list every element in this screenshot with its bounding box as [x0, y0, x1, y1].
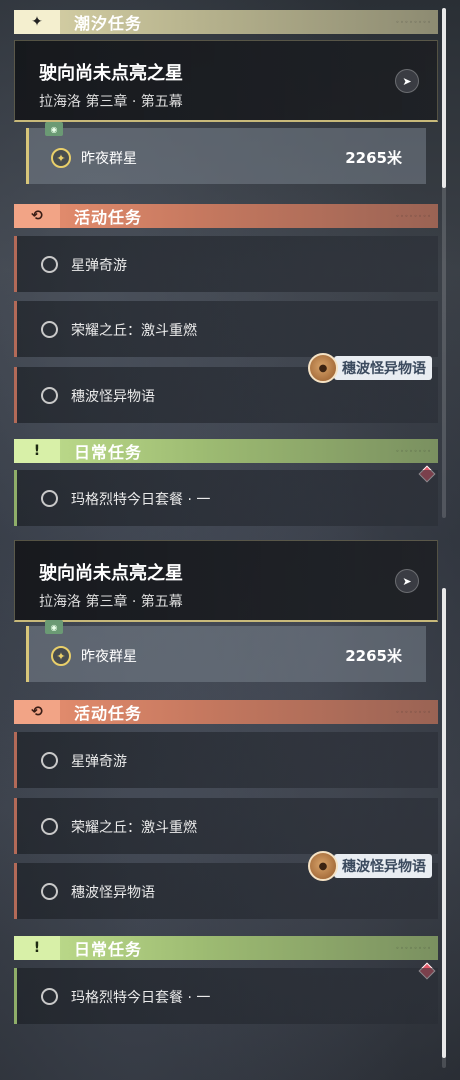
navigate-arrow-icon[interactable]: ➤ — [395, 569, 419, 593]
quest-name: 星弹奇游 — [71, 754, 127, 770]
header-decoration: ◦◦◦◦◦◦◦◦ — [395, 18, 432, 26]
tooltip-label: 穗波怪异物语 — [334, 356, 432, 380]
alert-box-icon: ! — [14, 936, 60, 960]
navigate-arrow-icon[interactable]: ➤ — [395, 69, 419, 93]
category-header-event[interactable]: ⟲ 活动任务 ◦◦◦◦◦◦◦◦ — [14, 204, 438, 228]
category-title: 潮汐任务 — [74, 14, 143, 33]
quest-tooltip[interactable]: ● 穗波怪异物语 — [308, 851, 440, 881]
alert-box-icon: ! — [14, 439, 60, 463]
empty-circle-icon — [41, 988, 58, 1005]
event-refresh-icon: ⟲ — [14, 700, 60, 724]
quest-name: 荣耀之丘：激斗重燃 — [71, 820, 197, 836]
eye-tag-icon: ◉ — [45, 122, 63, 136]
empty-circle-icon — [41, 256, 58, 273]
capybara-avatar-icon: ● — [308, 353, 338, 383]
empty-circle-icon — [41, 321, 58, 338]
category-title: 日常任务 — [74, 443, 143, 462]
quest-name: 玛格烈特今日套餐 · 一 — [71, 990, 211, 1006]
list-item[interactable]: 星弹奇游 — [14, 236, 438, 292]
list-item[interactable]: 玛格烈特今日套餐 · 一 — [14, 968, 438, 1024]
empty-circle-icon — [41, 387, 58, 404]
main-quest-subtitle: 拉海洛 第三章 · 第五幕 — [39, 594, 183, 610]
quest-name: 穗波怪异物语 — [71, 885, 155, 901]
star-target-icon: ✦ — [51, 148, 71, 168]
eye-tag-icon: ◉ — [45, 620, 63, 634]
header-decoration: ◦◦◦◦◦◦◦◦ — [395, 708, 432, 716]
list-item[interactable]: 荣耀之丘：激斗重燃 — [14, 798, 438, 854]
list-item[interactable]: 玛格烈特今日套餐 · 一 — [14, 470, 438, 526]
empty-circle-icon — [41, 490, 58, 507]
capybara-avatar-icon: ● — [308, 851, 338, 881]
category-header-tide[interactable]: ✦ 潮汐任务 ◦◦◦◦◦◦◦◦ — [14, 10, 438, 34]
category-title: 日常任务 — [74, 940, 143, 959]
list-item[interactable]: 荣耀之丘：激斗重燃 — [14, 301, 438, 357]
quest-tracker-panel-bottom: 驶向尚未点亮之星 拉海洛 第三章 · 第五幕 ➤ ◉ ✦ 昨夜群星 2265米 … — [0, 540, 460, 1080]
sparkle-icon: ✦ — [14, 10, 60, 34]
active-task-name: 昨夜群星 — [81, 151, 137, 167]
quest-name: 荣耀之丘：激斗重燃 — [71, 323, 197, 339]
active-task-name: 昨夜群星 — [81, 649, 137, 665]
scrollbar[interactable] — [442, 588, 446, 1068]
main-quest-card[interactable]: 驶向尚未点亮之星 拉海洛 第三章 · 第五幕 ➤ — [14, 40, 438, 122]
main-quest-title: 驶向尚未点亮之星 — [39, 563, 183, 584]
event-refresh-icon: ⟲ — [14, 204, 60, 228]
main-quest-card[interactable]: 驶向尚未点亮之星 拉海洛 第三章 · 第五幕 ➤ — [14, 540, 438, 622]
category-title: 活动任务 — [74, 208, 143, 227]
empty-circle-icon — [41, 818, 58, 835]
active-task-row[interactable]: ◉ ✦ 昨夜群星 2265米 — [26, 122, 426, 184]
category-header-daily[interactable]: ! 日常任务 ◦◦◦◦◦◦◦◦ — [14, 439, 438, 463]
main-quest-subtitle: 拉海洛 第三章 · 第五幕 — [39, 94, 183, 110]
header-decoration: ◦◦◦◦◦◦◦◦ — [395, 447, 432, 455]
quest-name: 星弹奇游 — [71, 258, 127, 274]
quest-name: 穗波怪异物语 — [71, 389, 155, 405]
header-decoration: ◦◦◦◦◦◦◦◦ — [395, 212, 432, 220]
scroll-thumb[interactable] — [442, 8, 446, 188]
main-quest-title: 驶向尚未点亮之星 — [39, 63, 183, 84]
scroll-thumb[interactable] — [442, 588, 446, 1058]
active-task-distance: 2265米 — [345, 149, 402, 167]
category-header-daily[interactable]: ! 日常任务 ◦◦◦◦◦◦◦◦ — [14, 936, 438, 960]
empty-circle-icon — [41, 883, 58, 900]
quest-tooltip[interactable]: ● 穗波怪异物语 — [308, 353, 440, 383]
category-title: 活动任务 — [74, 704, 143, 723]
list-item[interactable]: 星弹奇游 — [14, 732, 438, 788]
star-target-icon: ✦ — [51, 646, 71, 666]
category-header-event[interactable]: ⟲ 活动任务 ◦◦◦◦◦◦◦◦ — [14, 700, 438, 724]
scrollbar[interactable] — [442, 8, 446, 518]
active-task-row[interactable]: ◉ ✦ 昨夜群星 2265米 — [26, 620, 426, 682]
tooltip-label: 穗波怪异物语 — [334, 854, 432, 878]
quest-tracker-panel-top: ✦ 潮汐任务 ◦◦◦◦◦◦◦◦ 驶向尚未点亮之星 拉海洛 第三章 · 第五幕 ➤… — [0, 0, 460, 540]
active-task-distance: 2265米 — [345, 647, 402, 665]
quest-name: 玛格烈特今日套餐 · 一 — [71, 492, 211, 508]
header-decoration: ◦◦◦◦◦◦◦◦ — [395, 944, 432, 952]
empty-circle-icon — [41, 752, 58, 769]
